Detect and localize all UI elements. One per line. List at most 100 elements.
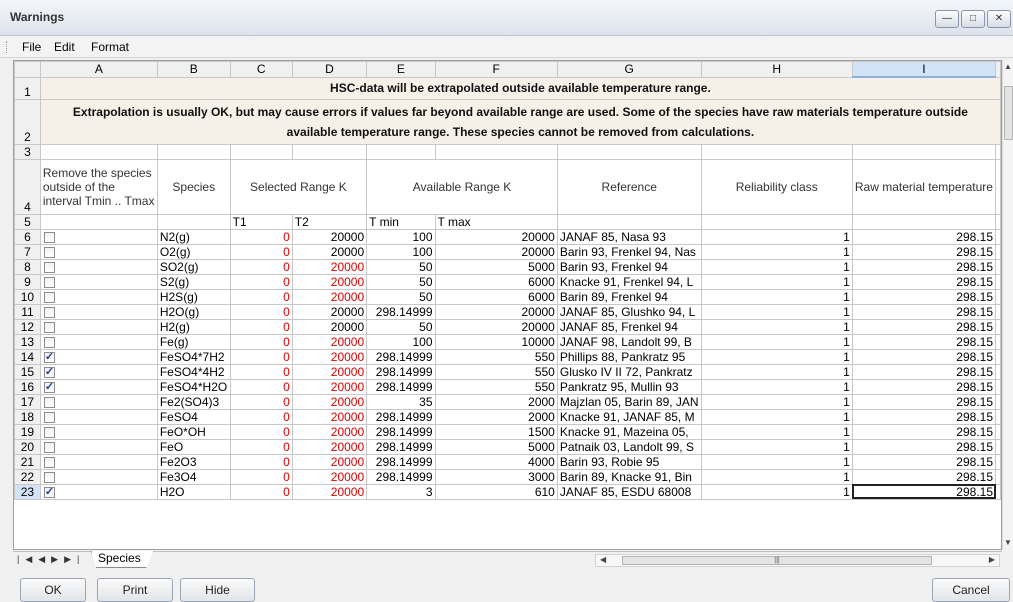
tmin-cell[interactable]: 50 bbox=[366, 258, 436, 275]
hide-button[interactable]: Hide bbox=[180, 578, 255, 602]
t1-cell[interactable]: 0 bbox=[229, 348, 293, 365]
remove-checkbox[interactable] bbox=[43, 276, 55, 288]
raw-temp-cell[interactable]: 298.15 bbox=[851, 303, 997, 320]
reliability-cell[interactable]: 1 bbox=[700, 408, 853, 425]
header-remove[interactable]: Remove the species outside of the interv… bbox=[39, 158, 158, 215]
corner-cell[interactable] bbox=[14, 61, 41, 78]
row-header[interactable]: 18 bbox=[14, 408, 41, 425]
remove-cell[interactable] bbox=[39, 453, 158, 470]
tmax-cell[interactable]: 20000 bbox=[434, 228, 558, 245]
row-header[interactable]: 1 bbox=[14, 76, 41, 100]
species-cell[interactable]: SO2(g) bbox=[156, 258, 231, 275]
header-reference[interactable]: Reference bbox=[556, 158, 702, 215]
tmin-cell[interactable]: 298.14999 bbox=[366, 363, 436, 380]
t1-cell[interactable]: 0 bbox=[229, 273, 293, 290]
cell[interactable] bbox=[995, 303, 1001, 320]
tmax-cell[interactable]: 610 bbox=[434, 483, 558, 500]
species-cell[interactable]: FeO bbox=[156, 438, 231, 455]
reliability-cell[interactable]: 1 bbox=[700, 378, 853, 395]
raw-temp-cell[interactable]: 298.15 bbox=[851, 258, 997, 275]
column-header-g[interactable]: G bbox=[556, 61, 702, 78]
raw-temp-cell[interactable]: 298.15 bbox=[851, 483, 997, 500]
reference-cell[interactable]: JANAF 98, Landolt 99, B bbox=[556, 333, 702, 350]
tmax-cell[interactable]: 550 bbox=[434, 363, 558, 380]
cell[interactable] bbox=[995, 143, 1001, 160]
reliability-cell[interactable]: 1 bbox=[700, 228, 853, 245]
spreadsheet[interactable]: A B C D E F G H I 1 HSC-data will be ext… bbox=[13, 60, 1002, 550]
tmax-cell[interactable]: 2000 bbox=[434, 408, 558, 425]
raw-temp-cell[interactable]: 298.15 bbox=[851, 453, 997, 470]
remove-cell[interactable] bbox=[39, 468, 158, 485]
column-header-d[interactable]: D bbox=[291, 61, 368, 78]
tmin-cell[interactable]: 100 bbox=[366, 333, 436, 350]
row-header[interactable]: 16 bbox=[14, 378, 41, 395]
tmin-cell[interactable]: 298.14999 bbox=[366, 438, 436, 455]
minimize-icon[interactable]: — bbox=[935, 10, 959, 28]
cell[interactable] bbox=[995, 363, 1001, 380]
t2-cell[interactable]: 20000 bbox=[291, 393, 368, 410]
cell[interactable] bbox=[995, 228, 1001, 245]
tmax-cell[interactable]: 20000 bbox=[434, 303, 558, 320]
cell[interactable] bbox=[995, 258, 1001, 275]
column-header-b[interactable]: B bbox=[156, 61, 231, 78]
row-header[interactable]: 3 bbox=[14, 143, 41, 160]
remove-checkbox[interactable] bbox=[43, 411, 55, 423]
cell[interactable] bbox=[995, 453, 1001, 470]
reference-cell[interactable]: Barin 93, Frenkel 94 bbox=[556, 258, 702, 275]
t2-cell[interactable]: 20000 bbox=[291, 408, 368, 425]
tmin-cell[interactable]: 298.14999 bbox=[366, 423, 436, 440]
remove-checkbox[interactable] bbox=[43, 246, 55, 258]
t1-cell[interactable]: 0 bbox=[229, 333, 293, 350]
t1-cell[interactable]: 0 bbox=[229, 363, 293, 380]
reliability-cell[interactable]: 1 bbox=[700, 333, 853, 350]
menu-format[interactable]: Format bbox=[91, 40, 129, 54]
reliability-cell[interactable]: 1 bbox=[700, 423, 853, 440]
species-cell[interactable]: FeSO4*H2O bbox=[156, 378, 231, 395]
remove-checkbox[interactable] bbox=[43, 321, 55, 333]
t1-cell[interactable]: 0 bbox=[229, 408, 293, 425]
cell[interactable] bbox=[156, 213, 231, 230]
remove-cell[interactable] bbox=[39, 273, 158, 290]
tmin-cell[interactable]: 3 bbox=[366, 483, 436, 500]
cell[interactable] bbox=[995, 468, 1001, 485]
raw-temp-cell[interactable]: 298.15 bbox=[851, 228, 997, 245]
remove-checkbox[interactable] bbox=[43, 396, 55, 408]
cell[interactable] bbox=[700, 143, 853, 160]
remove-checkbox[interactable] bbox=[43, 485, 55, 498]
t2-cell[interactable]: 20000 bbox=[291, 423, 368, 440]
tmax-cell[interactable]: 5000 bbox=[434, 438, 558, 455]
t1-cell[interactable]: 0 bbox=[229, 483, 293, 500]
t1-cell[interactable]: 0 bbox=[229, 438, 293, 455]
row-header[interactable]: 13 bbox=[14, 333, 41, 350]
reliability-cell[interactable]: 1 bbox=[700, 303, 853, 320]
row-header[interactable]: 2 bbox=[14, 98, 41, 145]
cell[interactable] bbox=[995, 378, 1001, 395]
cell[interactable] bbox=[700, 213, 853, 230]
t2-cell[interactable]: 20000 bbox=[291, 258, 368, 275]
banner-line-1[interactable]: HSC-data will be extrapolated outside av… bbox=[39, 76, 1001, 100]
reference-cell[interactable]: Glusko IV II 72, Pankratz bbox=[556, 363, 702, 380]
t2-cell[interactable]: 20000 bbox=[291, 348, 368, 365]
t1-cell[interactable]: 0 bbox=[229, 318, 293, 335]
species-cell[interactable]: H2O bbox=[156, 483, 231, 500]
remove-checkbox[interactable] bbox=[43, 471, 55, 483]
species-cell[interactable]: FeSO4*4H2 bbox=[156, 363, 231, 380]
remove-checkbox[interactable] bbox=[43, 380, 55, 393]
tmin-cell[interactable]: 50 bbox=[366, 318, 436, 335]
menu-edit[interactable]: Edit bbox=[54, 40, 75, 54]
t2-cell[interactable]: 20000 bbox=[291, 453, 368, 470]
raw-temp-cell[interactable]: 298.15 bbox=[851, 318, 997, 335]
reference-cell[interactable]: Barin 93, Robie 95 bbox=[556, 453, 702, 470]
row-header[interactable]: 8 bbox=[14, 258, 41, 275]
cell[interactable] bbox=[995, 158, 1001, 215]
t2-cell[interactable]: 20000 bbox=[291, 243, 368, 260]
column-header-h[interactable]: H bbox=[700, 61, 853, 78]
t1-cell[interactable]: 0 bbox=[229, 423, 293, 440]
tmin-cell[interactable]: 298.14999 bbox=[366, 378, 436, 395]
tmin-cell[interactable]: 35 bbox=[366, 393, 436, 410]
row-header[interactable]: 12 bbox=[14, 318, 41, 335]
cell[interactable] bbox=[995, 288, 1001, 305]
reference-cell[interactable]: JANAF 85, Glushko 94, L bbox=[556, 303, 702, 320]
tmax-cell[interactable]: 3000 bbox=[434, 468, 558, 485]
cell[interactable] bbox=[995, 348, 1001, 365]
